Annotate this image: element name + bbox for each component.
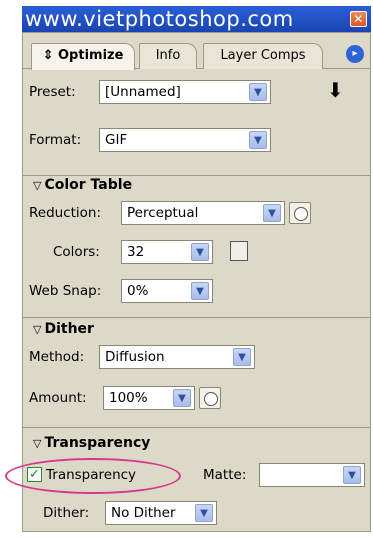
reduction-label: Reduction: <box>29 205 102 221</box>
chevron-down-icon: ▼ <box>249 83 267 101</box>
amount-row: Amount: 100% ▼ <box>23 385 370 411</box>
watermark-text: www.vietphotoshop.com <box>25 7 294 31</box>
dither-section: ▽ Dither Method: Diffusion ▼ Amount: 100%… <box>23 318 370 428</box>
tab-info[interactable]: Info <box>139 43 197 69</box>
colors-select[interactable]: 32 ▼ <box>121 240 213 264</box>
reduction-value: Perceptual <box>127 205 199 221</box>
color-table-section: ▽ Color Table Reduction: Perceptual ▼ Col… <box>23 176 370 318</box>
amount-value: 100% <box>109 390 148 406</box>
method-value: Diffusion <box>105 349 165 365</box>
collapse-triangle-icon: ▽ <box>33 437 42 450</box>
transparency-heading-text: Transparency <box>44 435 151 451</box>
color-table-icon[interactable] <box>230 241 248 261</box>
chevron-down-icon: ▼ <box>173 389 191 407</box>
format-label: Format: <box>29 132 82 148</box>
chevron-down-icon: ▼ <box>343 466 361 484</box>
amount-select[interactable]: 100% ▼ <box>103 386 195 410</box>
transparency-dither-value: No Dither <box>111 505 176 521</box>
preset-label: Preset: <box>29 84 76 100</box>
chevron-down-icon: ▼ <box>191 243 209 261</box>
transparency-dither-select[interactable]: No Dither ▼ <box>105 501 217 525</box>
method-select[interactable]: Diffusion ▼ <box>99 345 255 369</box>
chevron-down-icon: ▼ <box>249 131 267 149</box>
optimize-to-file-size-icon[interactable]: ⬇ <box>327 77 344 103</box>
reduction-select[interactable]: Perceptual ▼ <box>121 201 285 225</box>
matte-label: Matte: <box>203 467 247 483</box>
transparency-dither-label: Dither: <box>43 505 90 521</box>
web-snap-select[interactable]: 0% ▼ <box>121 279 213 303</box>
color-table-heading[interactable]: ▽ Color Table <box>33 175 132 196</box>
format-row: Format: GIF ▼ <box>23 127 370 153</box>
method-label: Method: <box>29 349 85 365</box>
settings-section: Preset: [Unnamed] ▼ ⬇ Format: GIF ▼ <box>23 69 370 176</box>
chevron-down-icon: ▼ <box>191 282 209 300</box>
colors-value: 32 <box>127 244 145 260</box>
chevron-down-icon: ▼ <box>195 504 213 522</box>
reduction-modify-button[interactable] <box>289 202 311 224</box>
matte-select[interactable]: ▼ <box>259 463 365 487</box>
tab-info-label: Info <box>155 48 181 63</box>
tab-layer-comps-label: Layer Comps <box>220 48 306 63</box>
transparency-dither-row: Dither: No Dither ▼ <box>23 500 370 526</box>
chevron-down-icon: ▼ <box>233 348 251 366</box>
format-select[interactable]: GIF ▼ <box>99 128 271 152</box>
web-snap-value: 0% <box>127 283 149 299</box>
tab-optimize-icon: ⇕ <box>42 48 54 63</box>
reduction-row: Reduction: Perceptual ▼ <box>23 200 370 226</box>
amount-modify-button[interactable] <box>199 387 221 409</box>
color-table-heading-text: Color Table <box>44 177 133 193</box>
web-snap-label: Web Snap: <box>29 283 102 299</box>
panel-menu-icon[interactable]: ▸ <box>346 45 364 63</box>
tab-optimize[interactable]: ⇕ Optimize <box>31 43 135 70</box>
close-icon[interactable]: ✕ <box>350 11 367 27</box>
tab-optimize-label: Optimize <box>58 48 124 63</box>
window-title-bar: www.vietphotoshop.com ✕ <box>22 6 371 32</box>
highlight-ellipse <box>5 458 181 494</box>
tab-row: ⇕ Optimize Info Layer Comps ▸ <box>23 33 370 70</box>
dither-heading[interactable]: ▽ Dither <box>33 319 94 340</box>
colors-label: Colors: <box>53 244 100 260</box>
colors-row: Colors: 32 ▼ <box>23 239 370 265</box>
collapse-triangle-icon: ▽ <box>33 179 42 192</box>
chevron-down-icon: ▼ <box>263 204 281 222</box>
method-row: Method: Diffusion ▼ <box>23 344 370 370</box>
web-snap-row: Web Snap: 0% ▼ <box>23 278 370 304</box>
dither-heading-text: Dither <box>44 321 94 337</box>
transparency-heading[interactable]: ▽ Transparency <box>33 433 150 454</box>
tab-layer-comps[interactable]: Layer Comps <box>203 43 323 69</box>
amount-label: Amount: <box>29 390 87 406</box>
format-value: GIF <box>105 132 128 148</box>
optimize-panel: ⇕ Optimize Info Layer Comps ▸ Preset: [U… <box>22 32 371 532</box>
preset-select[interactable]: [Unnamed] ▼ <box>99 80 271 104</box>
preset-row: Preset: [Unnamed] ▼ ⬇ <box>23 77 370 105</box>
collapse-triangle-icon: ▽ <box>33 323 42 336</box>
preset-value: [Unnamed] <box>105 84 181 100</box>
